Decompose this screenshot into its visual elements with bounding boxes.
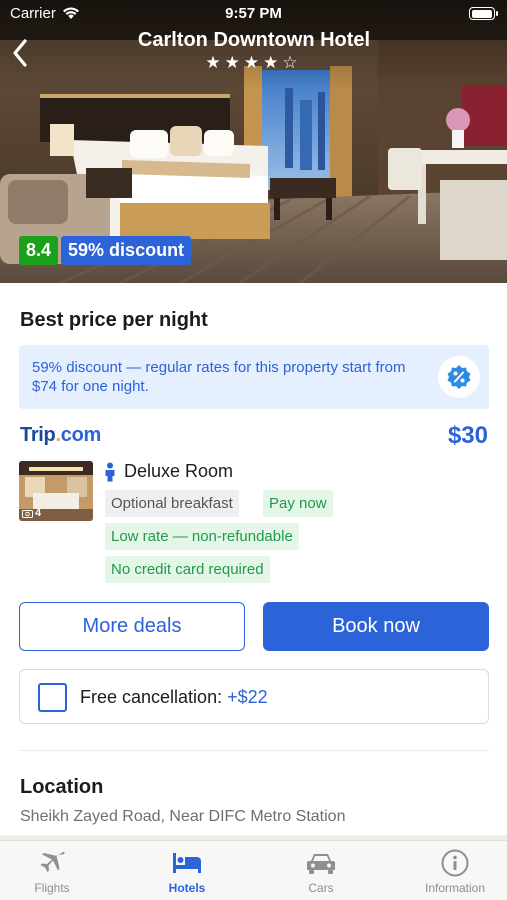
review-score-badge: 8.4 [19, 236, 59, 265]
tab-hotels[interactable]: Hotels [124, 841, 250, 900]
hotel-address: Sheikh Zayed Road, Near DIFC Metro Stati… [20, 808, 346, 825]
cancellation-label-text: Free cancellation: [80, 687, 223, 707]
photo-count-value: 4 [35, 507, 42, 519]
cancellation-price: +$22 [227, 687, 268, 707]
tab-flights[interactable]: Flights [0, 841, 115, 900]
free-cancellation-checkbox[interactable] [38, 683, 67, 712]
location-title: Location [20, 776, 104, 798]
person-icon [105, 462, 115, 481]
hotel-title: Carlton Downtown Hotel [137, 29, 371, 51]
tab-bar: Flights Hotels Cars Information [0, 840, 507, 900]
best-price-title: Best price per night [20, 309, 208, 331]
tab-hotels-label: Hotels [168, 881, 206, 895]
tab-information-label: Information [424, 881, 486, 895]
discount-info-box: 59% discount — regular rates for this pr… [19, 345, 489, 409]
hero-badges: 8.4 59% discount [19, 236, 192, 265]
status-time: 9:57 PM [225, 5, 282, 22]
discount-percent-icon [438, 356, 480, 398]
room-type: Deluxe Room [104, 461, 233, 482]
tag-low-rate: Low rate — non-refundable [105, 523, 299, 550]
section-divider [19, 750, 489, 751]
hotel-hero-image: Carrier 9:57 PM Carlton Downtown Hotel ★… [0, 0, 507, 283]
room-name: Deluxe Room [124, 461, 234, 481]
tag-optional-breakfast: Optional breakfast [105, 490, 239, 517]
battery-icon [469, 7, 498, 20]
provider-logo: Trip.com [20, 424, 101, 447]
bed-icon [173, 853, 201, 873]
info-icon [441, 849, 469, 877]
tab-cars[interactable]: Cars [258, 841, 384, 900]
photo-count: 4 [22, 507, 41, 519]
tab-information[interactable]: Information [392, 841, 507, 900]
free-cancellation-label: Free cancellation: +$22 [80, 687, 268, 708]
tab-flights-label: Flights [34, 881, 70, 895]
tag-pay-now: Pay now [263, 490, 333, 517]
camera-icon [22, 509, 33, 518]
discount-info-text: 59% discount — regular rates for this pr… [32, 359, 406, 395]
offer-price: $30 [447, 422, 488, 449]
more-deals-button[interactable]: More deals [19, 602, 245, 651]
provider-tld: com [60, 424, 102, 446]
hotel-star-rating: ★★★★☆ [205, 53, 302, 72]
airplane-icon [40, 851, 65, 872]
status-bar: Carrier 9:57 PM [0, 0, 507, 28]
book-now-button[interactable]: Book now [263, 602, 489, 651]
tab-cars-label: Cars [308, 881, 334, 895]
tag-no-credit-card: No credit card required [105, 556, 270, 583]
free-cancellation-option[interactable]: Free cancellation: +$22 [19, 669, 489, 724]
provider-name: Trip [20, 424, 56, 446]
discount-badge: 59% discount [61, 236, 192, 265]
car-icon [307, 854, 335, 874]
room-photo-thumbnail[interactable]: 4 [19, 461, 93, 521]
